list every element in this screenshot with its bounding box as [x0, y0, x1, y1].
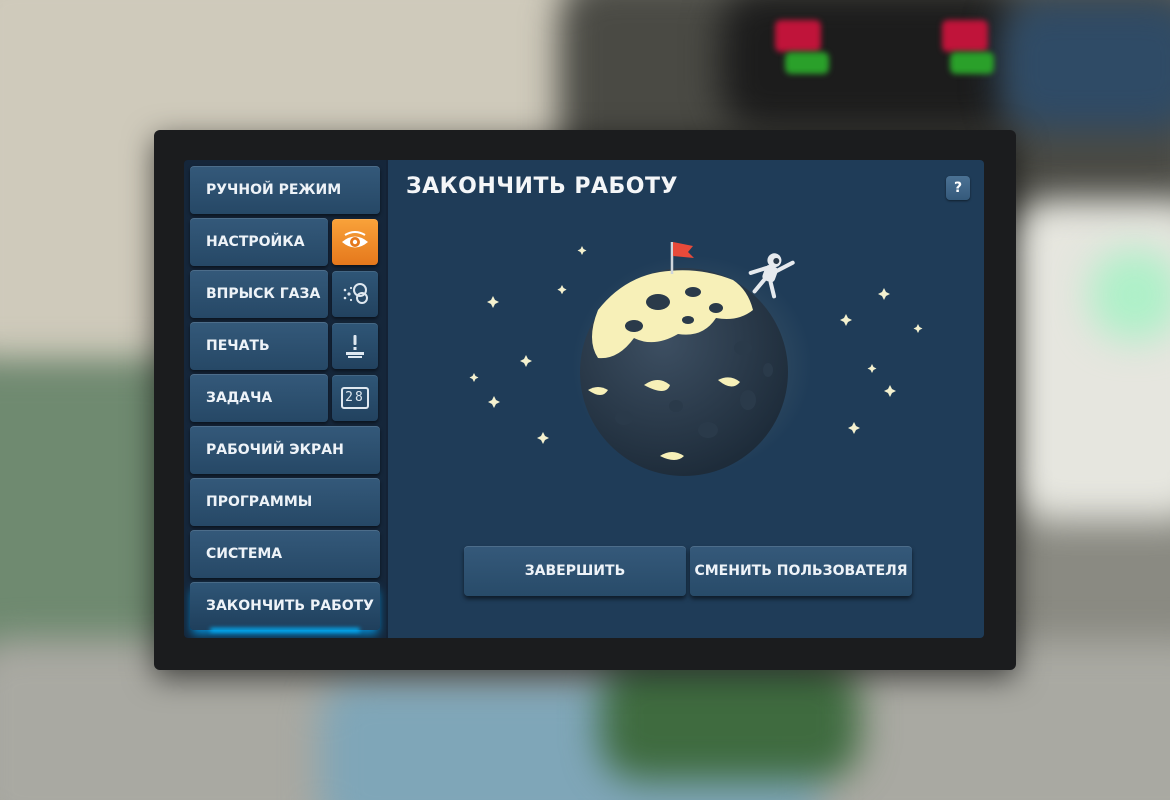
- sidebar-item-label: ЗАКОНЧИТЬ РАБОТУ: [206, 598, 374, 614]
- sidebar-item-task[interactable]: ЗАДАЧА: [190, 374, 328, 422]
- task-counter-text: 28: [341, 387, 369, 409]
- switch-user-button[interactable]: СМЕНИТЬ ПОЛЬЗОВАТЕЛЯ: [690, 546, 912, 596]
- eye-icon[interactable]: [332, 219, 378, 265]
- sidebar-item-manual-mode[interactable]: РУЧНОЙ РЕЖИМ: [190, 166, 380, 214]
- sidebar-item-label: СИСТЕМА: [206, 546, 283, 562]
- sidebar-item-label: НАСТРОЙКА: [206, 234, 305, 250]
- switch-user-button-label: СМЕНИТЬ ПОЛЬЗОВАТЕЛЯ: [694, 563, 908, 579]
- sidebar-item-label: ВПРЫСК ГАЗА: [206, 286, 321, 302]
- sidebar-item-settings[interactable]: НАСТРОЙКА: [190, 218, 328, 266]
- sidebar-item-label: ЗАДАЧА: [206, 390, 273, 406]
- gas-injection-icon[interactable]: [332, 271, 378, 317]
- sidebar-item-programs[interactable]: ПРОГРАММЫ: [190, 478, 380, 526]
- sidebar-menu: РУЧНОЙ РЕЖИМ НАСТРОЙКА ВПРЫСК ГАЗА ПЕЧАТ…: [184, 160, 386, 638]
- sidebar-item-label: ПЕЧАТЬ: [206, 338, 270, 354]
- sidebar-item-label: РАБОЧИЙ ЭКРАН: [206, 442, 344, 458]
- print-icon[interactable]: [332, 323, 378, 369]
- page-title: ЗАКОНЧИТЬ РАБОТУ: [406, 174, 678, 199]
- device-frame: РУЧНОЙ РЕЖИМ НАСТРОЙКА ВПРЫСК ГАЗА ПЕЧАТ…: [154, 130, 1016, 670]
- sidebar-item-gas-injection[interactable]: ВПРЫСК ГАЗА: [190, 270, 328, 318]
- finish-button-label: ЗАВЕРШИТЬ: [524, 563, 626, 579]
- touch-screen: РУЧНОЙ РЕЖИМ НАСТРОЙКА ВПРЫСК ГАЗА ПЕЧАТ…: [184, 160, 984, 638]
- sidebar-item-print[interactable]: ПЕЧАТЬ: [190, 322, 328, 370]
- sidebar-item-label: РУЧНОЙ РЕЖИМ: [206, 182, 342, 198]
- sidebar-item-system[interactable]: СИСТЕМА: [190, 530, 380, 578]
- main-panel: ЗАКОНЧИТЬ РАБОТУ ? ЗАВЕРШИТЬ СМЕНИТЬ ПОЛ…: [388, 160, 984, 638]
- moon-astronaut-illustration: [469, 242, 923, 476]
- sidebar-item-label: ПРОГРАММЫ: [206, 494, 313, 510]
- sidebar-item-finish-work[interactable]: ЗАКОНЧИТЬ РАБОТУ: [190, 582, 380, 630]
- sidebar-item-work-screen[interactable]: РАБОЧИЙ ЭКРАН: [190, 426, 380, 474]
- finish-button[interactable]: ЗАВЕРШИТЬ: [464, 546, 686, 596]
- task-counter-icon[interactable]: 28: [332, 375, 378, 421]
- help-button[interactable]: ?: [946, 176, 970, 200]
